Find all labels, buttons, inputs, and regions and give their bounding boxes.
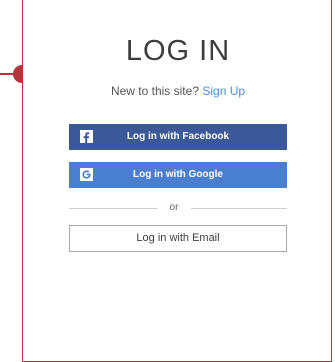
email-login-label: Log in with Email (136, 232, 220, 244)
facebook-login-label: Log in with Facebook (126, 131, 230, 142)
page-title: LOG IN (125, 35, 231, 67)
divider-line-right (191, 208, 287, 209)
facebook-login-button[interactable]: Log in with Facebook (69, 124, 287, 150)
divider-line-left (69, 208, 157, 209)
signup-link[interactable]: Sign Up (202, 84, 245, 98)
google-login-label: Log in with Google (133, 169, 223, 180)
email-login-button[interactable]: Log in with Email (69, 225, 287, 252)
google-login-button[interactable]: Log in with Google (69, 162, 287, 188)
or-divider: or (69, 201, 287, 215)
signup-prompt: New to this site? Sign Up (69, 84, 287, 98)
anchor-connector-line (0, 73, 14, 75)
login-page: LOG IN New to this site? Sign Up Log in … (0, 0, 335, 362)
signup-prompt-text: New to this site? (110, 84, 199, 98)
divider-text: or (169, 202, 179, 213)
